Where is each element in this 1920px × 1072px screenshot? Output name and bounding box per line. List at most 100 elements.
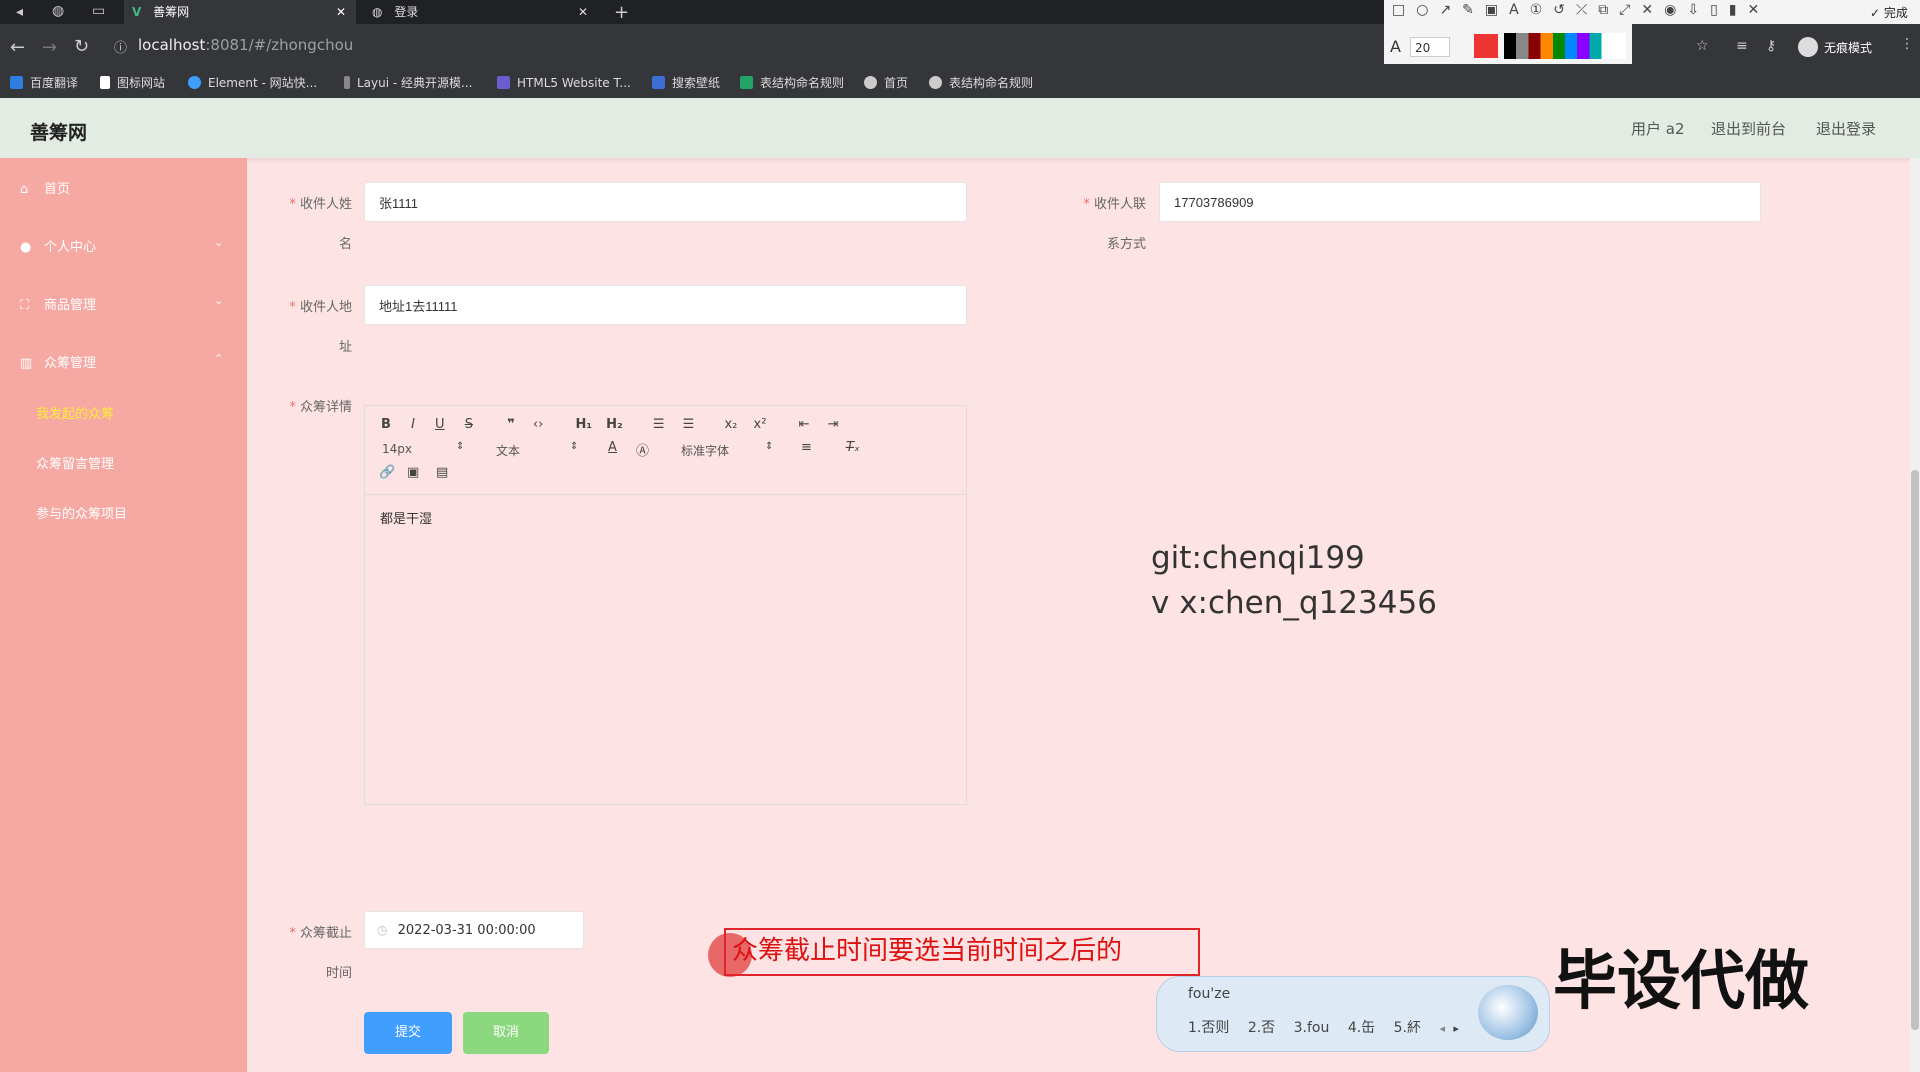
vue-icon: V [132, 5, 142, 19]
scrollbar-thumb[interactable] [1911, 470, 1919, 1030]
globe-icon [864, 76, 877, 89]
bookmark-item[interactable]: HTML5 Website T... [497, 72, 631, 94]
font-size-select[interactable]: 20 [1410, 37, 1450, 57]
align-icon[interactable]: ≡ [801, 440, 812, 455]
rich-text-editor[interactable] [364, 405, 967, 805]
color-palette[interactable] [1504, 33, 1626, 59]
sidebar-subitem-comments[interactable]: 众筹留言管理 [36, 453, 114, 472]
html5-icon [497, 76, 510, 89]
url-field[interactable]: localhost:8081/#/zhongchou [138, 36, 353, 54]
current-color-swatch[interactable] [1474, 34, 1498, 58]
submit-button[interactable]: 提交 [364, 1012, 452, 1054]
ime-candidates[interactable]: 1.否则 2.否 3.fou 4.缶 5.紑 ◂ ▸ [1188, 1017, 1459, 1037]
subscript-icon[interactable]: x₂ [724, 417, 737, 432]
sidebar-item-home[interactable]: ⌂ 首页 [20, 178, 70, 197]
chevron-updown-icon: ⇕ [456, 441, 465, 452]
ime-next-icon[interactable]: ▸ [1453, 1022, 1459, 1035]
bookmark-item[interactable]: 表结构命名规则 [740, 72, 844, 94]
address-input[interactable] [364, 285, 967, 325]
reading-list-icon[interactable]: ≡ [1736, 38, 1748, 54]
ime-candidate[interactable]: 1.否则 [1188, 1020, 1229, 1036]
back-icon[interactable]: ← [10, 37, 25, 58]
user-icon: ● [20, 240, 32, 255]
ime-input: fou'ze [1188, 986, 1231, 1002]
sidebar-item-crowdfunding[interactable]: ▥ 众筹管理 [20, 352, 96, 371]
image-icon[interactable]: ▣ [407, 465, 419, 480]
link-icon[interactable]: 🔗 [379, 465, 395, 480]
editor-content[interactable]: 都是干湿 [380, 508, 432, 527]
key-icon[interactable]: ⚷ [1766, 38, 1776, 54]
recipient-name-label: * 收件人姓 [289, 197, 352, 212]
new-tab-icon[interactable]: + [614, 2, 629, 23]
reload-icon[interactable]: ↻ [74, 36, 89, 57]
ordered-list-icon[interactable]: ☰ [653, 417, 665, 432]
bookmark-item[interactable]: 搜索壁纸 [652, 72, 720, 94]
contact-git: git:chenqi199 [1151, 540, 1365, 576]
ime-candidate[interactable]: 2.否 [1248, 1020, 1275, 1036]
bold-icon[interactable]: B [381, 417, 391, 432]
deadline-input[interactable]: ◷ 2022-03-31 00:00:00 [364, 911, 584, 949]
recipient-name-input[interactable] [364, 182, 967, 222]
ime-prev-icon[interactable]: ◂ [1439, 1022, 1445, 1035]
forward-icon[interactable]: → [42, 37, 57, 58]
sound-icon[interactable]: ◂ [16, 4, 23, 20]
background-color-icon[interactable]: Ⓐ [636, 440, 649, 459]
annotation-tools[interactable]: □○↗✎▣A①↺⤫⧉⤢✕◉⇩▯▮✕ [1392, 2, 1770, 18]
ime-candidate[interactable]: 4.缶 [1348, 1020, 1375, 1036]
ime-candidate[interactable]: 5.紑 [1394, 1020, 1421, 1036]
chevron-up-icon: ⌃ [214, 352, 224, 365]
globe-icon[interactable]: ◍ [52, 3, 64, 19]
star-icon[interactable]: ☆ [1696, 38, 1709, 54]
header-dropdown[interactable]: 文本 [496, 442, 520, 459]
code-icon[interactable]: ‹› [533, 417, 543, 432]
italic-icon[interactable]: I [411, 417, 415, 432]
address-label-cont: 址 [338, 340, 352, 355]
chevron-down-icon: ⌄ [214, 236, 224, 249]
sidebar-subitem-my-crowdfunding[interactable]: 我发起的众筹 [36, 403, 114, 422]
back-to-frontend-link[interactable]: 退出到前台 [1711, 118, 1786, 139]
sidebar-item-profile[interactable]: ● 个人中心 [20, 236, 96, 255]
bookmark-item[interactable]: 图标网站 [100, 72, 165, 94]
cancel-button[interactable]: 取消 [463, 1012, 549, 1054]
close-icon[interactable]: ✕ [578, 0, 588, 24]
tab-login[interactable]: ◍ 登录 ✕ [362, 0, 598, 24]
bookmark-item[interactable]: 首页 [864, 72, 908, 94]
chart-icon: ▥ [20, 356, 33, 371]
layui-icon [344, 76, 350, 89]
superscript-icon[interactable]: x² [754, 417, 767, 432]
bookmark-item[interactable]: 百度翻译 [10, 72, 78, 94]
chevron-down-icon: ⌄ [214, 294, 224, 307]
outdent-icon[interactable]: ⇤ [799, 417, 810, 432]
window-icon[interactable]: ▭ [92, 3, 105, 19]
info-icon[interactable]: ⓘ [114, 37, 127, 56]
strike-icon[interactable]: S [465, 417, 473, 432]
bookmark-item[interactable]: 表结构命名规则 [929, 72, 1033, 94]
close-icon[interactable]: ✕ [336, 0, 346, 24]
element-icon [188, 76, 201, 89]
font-color-icon[interactable]: A [608, 440, 617, 455]
h1-icon[interactable]: H₁ [575, 417, 592, 432]
font-size-dropdown[interactable]: 14px [382, 442, 412, 456]
done-button[interactable]: ✓ 完成 [1870, 4, 1908, 21]
address-label: * 收件人地 [289, 300, 352, 315]
recipient-phone-input[interactable] [1159, 182, 1761, 222]
ime-skin-icon [1478, 985, 1538, 1040]
logo: 善筹网 [30, 122, 88, 144]
video-icon[interactable]: ▤ [436, 465, 448, 480]
detail-label: * 众筹详情 [289, 400, 352, 415]
bullet-list-icon[interactable]: ☰ [683, 417, 695, 432]
h2-icon[interactable]: H₂ [606, 417, 623, 432]
ime-candidate[interactable]: 3.fou [1294, 1020, 1330, 1036]
sidebar-subitem-joined[interactable]: 参与的众筹项目 [36, 503, 127, 522]
underline-icon[interactable]: U [435, 417, 445, 432]
font-family-dropdown[interactable]: 标准字体 [681, 442, 729, 459]
sidebar-item-goods[interactable]: ⛶ 商品管理 [20, 294, 96, 313]
indent-icon[interactable]: ⇥ [828, 417, 839, 432]
logout-link[interactable]: 退出登录 [1816, 118, 1876, 139]
clear-format-icon[interactable]: T̶ₓ [846, 440, 860, 455]
menu-icon[interactable]: ⋮ [1900, 36, 1914, 52]
bookmark-item[interactable]: Layui - 经典开源模... [344, 72, 472, 94]
bookmark-item[interactable]: Element - 网站快... [188, 72, 317, 94]
quote-icon[interactable]: ❞ [507, 417, 515, 432]
tab-shanchou[interactable]: V 善筹网 ✕ [124, 0, 356, 24]
